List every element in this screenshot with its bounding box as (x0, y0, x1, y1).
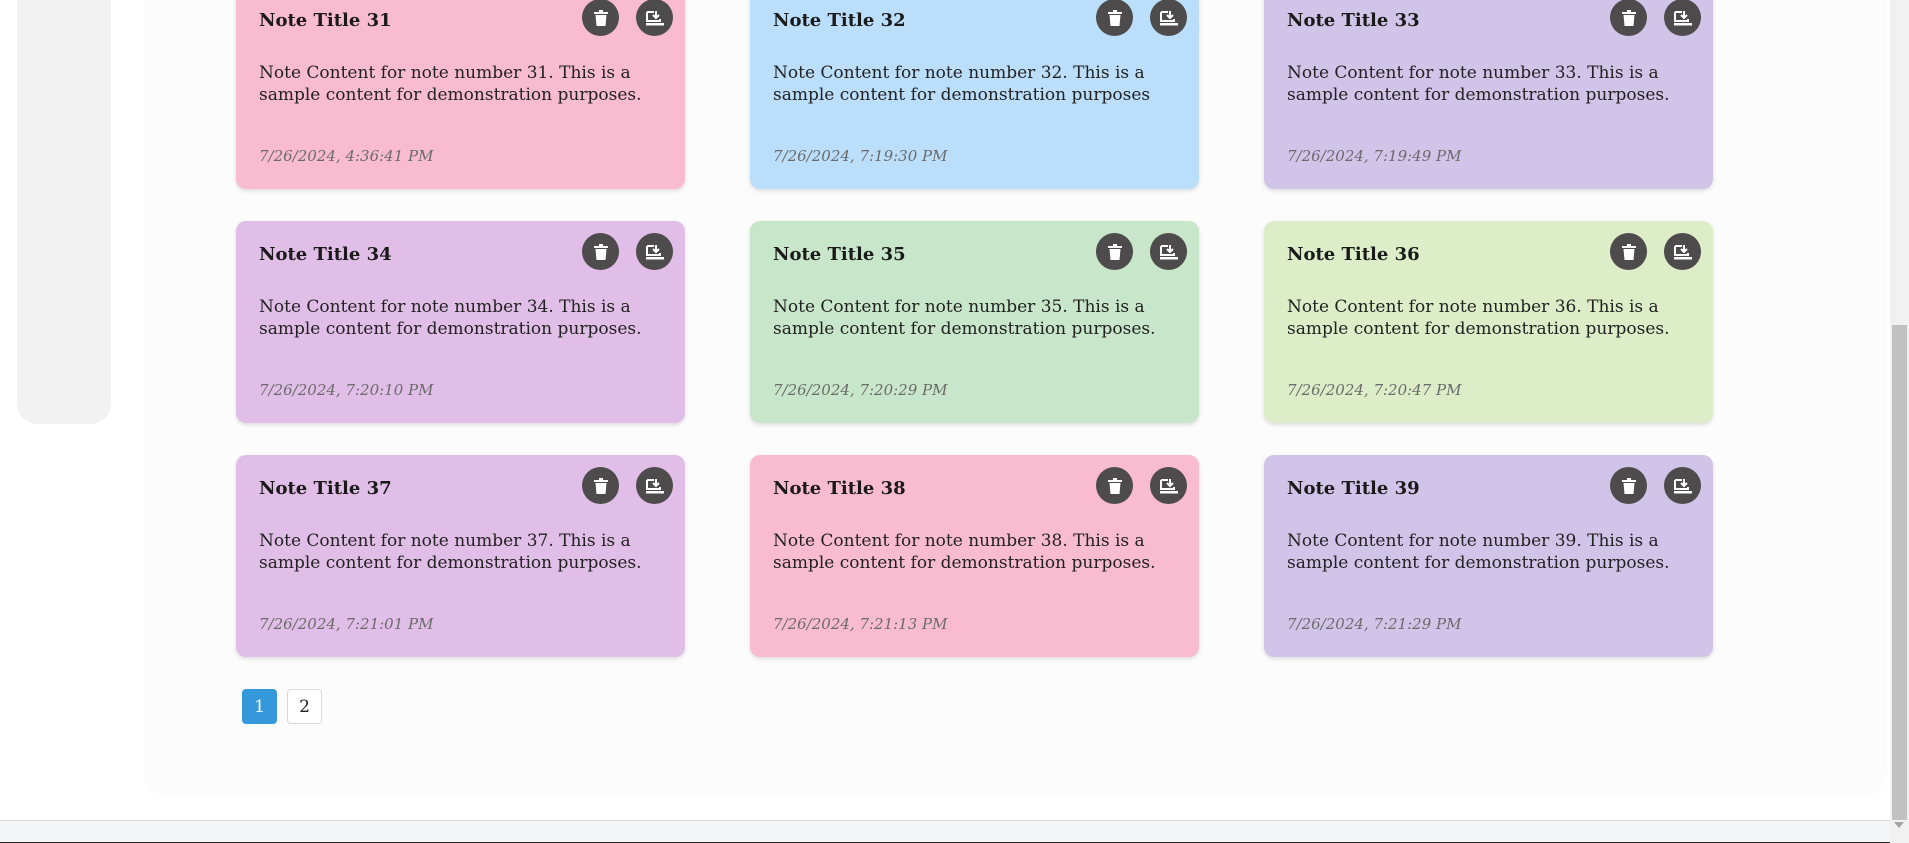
notes-grid: Note Title 31 Note Content for note numb… (236, 0, 1713, 657)
note-content: Note Content for note number 37. This is… (259, 531, 642, 573)
note-content: Note Content for note number 36. This is… (1287, 297, 1670, 339)
note-content: Note Content for note number 39. This is… (1287, 531, 1670, 573)
note-title: Note Title 35 (773, 244, 906, 265)
download-icon (1673, 478, 1692, 493)
note-title: Note Title 32 (773, 10, 906, 31)
note-content: Note Content for note number 33. This is… (1287, 63, 1670, 105)
delete-note-button[interactable] (1096, 0, 1133, 36)
download-note-button[interactable] (1150, 0, 1187, 36)
note-content: Note Content for note number 38. This is… (773, 531, 1156, 573)
download-note-button[interactable] (1664, 467, 1701, 504)
note-card: Note Title 31 Note Content for note numb… (236, 0, 685, 189)
trash-icon (1107, 243, 1122, 260)
note-card: Note Title 36 Note Content for note numb… (1264, 221, 1713, 423)
vertical-scrollbar[interactable] (1890, 0, 1909, 843)
download-note-button[interactable] (1664, 233, 1701, 270)
page-1-button[interactable]: 1 (242, 689, 277, 724)
note-date: 7/26/2024, 7:21:29 PM (1287, 615, 1462, 633)
delete-note-button[interactable] (1096, 467, 1133, 504)
download-icon (645, 10, 664, 25)
note-card: Note Title 33 Note Content for note numb… (1264, 0, 1713, 189)
note-date: 7/26/2024, 7:21:01 PM (259, 615, 434, 633)
note-date: 7/26/2024, 7:20:29 PM (773, 381, 948, 399)
trash-icon (593, 9, 608, 26)
note-title: Note Title 38 (773, 478, 906, 499)
download-icon (1673, 244, 1692, 259)
note-title: Note Title 34 (259, 244, 392, 265)
delete-note-button[interactable] (582, 467, 619, 504)
notes-app-page: Note Title 31 Note Content for note numb… (0, 0, 1909, 843)
sidebar (17, 0, 111, 424)
download-note-button[interactable] (636, 233, 673, 270)
delete-note-button[interactable] (1610, 0, 1647, 36)
note-title: Note Title 33 (1287, 10, 1420, 31)
trash-icon (1621, 477, 1636, 494)
note-content: Note Content for note number 31. This is… (259, 63, 642, 105)
note-date: 7/26/2024, 7:19:30 PM (773, 147, 948, 165)
download-note-button[interactable] (1150, 233, 1187, 270)
note-card: Note Title 39 Note Content for note numb… (1264, 455, 1713, 657)
note-content: Note Content for note number 35. This is… (773, 297, 1156, 339)
trash-icon (1621, 243, 1636, 260)
delete-note-button[interactable] (1610, 467, 1647, 504)
download-icon (1159, 478, 1178, 493)
horizontal-scrollbar[interactable] (0, 820, 1890, 843)
note-date: 7/26/2024, 7:19:49 PM (1287, 147, 1462, 165)
note-title: Note Title 37 (259, 478, 392, 499)
download-icon (1159, 10, 1178, 25)
note-date: 7/26/2024, 7:20:47 PM (1287, 381, 1462, 399)
note-date: 7/26/2024, 7:20:10 PM (259, 381, 434, 399)
note-content: Note Content for note number 34. This is… (259, 297, 642, 339)
download-note-button[interactable] (636, 467, 673, 504)
trash-icon (1107, 9, 1122, 26)
note-title: Note Title 36 (1287, 244, 1420, 265)
download-icon (1159, 244, 1178, 259)
delete-note-button[interactable] (582, 233, 619, 270)
download-note-button[interactable] (1150, 467, 1187, 504)
download-icon (1673, 10, 1692, 25)
note-card: Note Title 37 Note Content for note numb… (236, 455, 685, 657)
note-card: Note Title 35 Note Content for note numb… (750, 221, 1199, 423)
trash-icon (593, 477, 608, 494)
page-2-button[interactable]: 2 (287, 689, 322, 724)
delete-note-button[interactable] (1610, 233, 1647, 270)
trash-icon (1621, 9, 1636, 26)
note-title: Note Title 31 (259, 10, 392, 31)
pagination: 1 2 (242, 689, 322, 724)
download-icon (645, 478, 664, 493)
delete-note-button[interactable] (1096, 233, 1133, 270)
note-title: Note Title 39 (1287, 478, 1420, 499)
note-card: Note Title 32 Note Content for note numb… (750, 0, 1199, 189)
scroll-down-arrow-icon[interactable] (1894, 822, 1904, 828)
note-date: 7/26/2024, 7:21:13 PM (773, 615, 948, 633)
download-note-button[interactable] (636, 0, 673, 36)
scrollbar-thumb[interactable] (1892, 325, 1907, 820)
note-card: Note Title 34 Note Content for note numb… (236, 221, 685, 423)
note-card: Note Title 38 Note Content for note numb… (750, 455, 1199, 657)
trash-icon (593, 243, 608, 260)
download-icon (645, 244, 664, 259)
download-note-button[interactable] (1664, 0, 1701, 36)
note-content: Note Content for note number 32. This is… (773, 63, 1151, 105)
trash-icon (1107, 477, 1122, 494)
note-date: 7/26/2024, 4:36:41 PM (259, 147, 434, 165)
delete-note-button[interactable] (582, 0, 619, 36)
